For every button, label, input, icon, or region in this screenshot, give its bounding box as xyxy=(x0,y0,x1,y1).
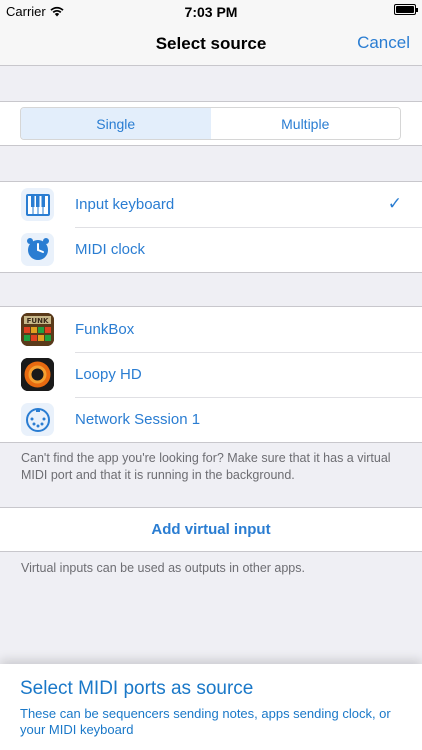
source-row-loopy-hd[interactable]: Loopy HD xyxy=(0,352,422,397)
source-row-input-keyboard[interactable]: Input keyboard ✓ xyxy=(0,182,422,227)
multiple-segment[interactable]: Multiple xyxy=(210,108,400,139)
funkbox-app-icon: FUNK xyxy=(21,313,54,346)
promo-banner: Select MIDI ports as source These can be… xyxy=(0,664,422,750)
navigation-bar: Select source Cancel xyxy=(0,22,422,66)
source-label: MIDI clock xyxy=(75,241,146,258)
source-row-network-session[interactable]: Network Session 1 xyxy=(0,397,422,442)
source-row-midi-clock[interactable]: MIDI clock xyxy=(0,227,422,272)
add-virtual-input-button[interactable]: Add virtual input xyxy=(0,507,422,552)
app-sources-list: FUNK FunkBox Loopy HD Network Session 1 xyxy=(0,306,422,443)
promo-title: Select MIDI ports as source xyxy=(20,678,254,699)
source-label: Loopy HD xyxy=(75,366,142,383)
midi-din-connector-icon xyxy=(21,403,54,436)
battery-icon xyxy=(394,4,418,15)
cancel-button[interactable]: Cancel xyxy=(357,33,410,53)
virtual-inputs-note: Virtual inputs can be used as outputs in… xyxy=(21,561,305,575)
mode-section: Single Multiple xyxy=(0,101,422,146)
mode-segmented-control: Single Multiple xyxy=(20,107,401,140)
status-time: 7:03 PM xyxy=(184,4,238,20)
source-label: Network Session 1 xyxy=(75,411,201,428)
source-row-funkbox[interactable]: FUNK FunkBox xyxy=(0,307,422,352)
source-label: FunkBox xyxy=(75,321,135,338)
built-in-sources-list: Input keyboard ✓ MIDI clock xyxy=(0,181,422,273)
source-label: Input keyboard xyxy=(75,196,175,213)
checkmark-icon: ✓ xyxy=(387,194,402,213)
clock-icon xyxy=(21,233,54,266)
piano-keyboard-icon xyxy=(21,188,54,221)
funkbox-icon-text: FUNK xyxy=(27,317,49,325)
apps-help-note: Can't find the app you're looking for? M… xyxy=(21,451,391,482)
promo-subtitle: These can be sequencers sending notes, a… xyxy=(20,706,391,737)
single-segment[interactable]: Single xyxy=(21,108,211,139)
loopy-hd-app-icon xyxy=(21,358,54,391)
status-bar: Carrier 7:03 PM xyxy=(0,0,422,22)
